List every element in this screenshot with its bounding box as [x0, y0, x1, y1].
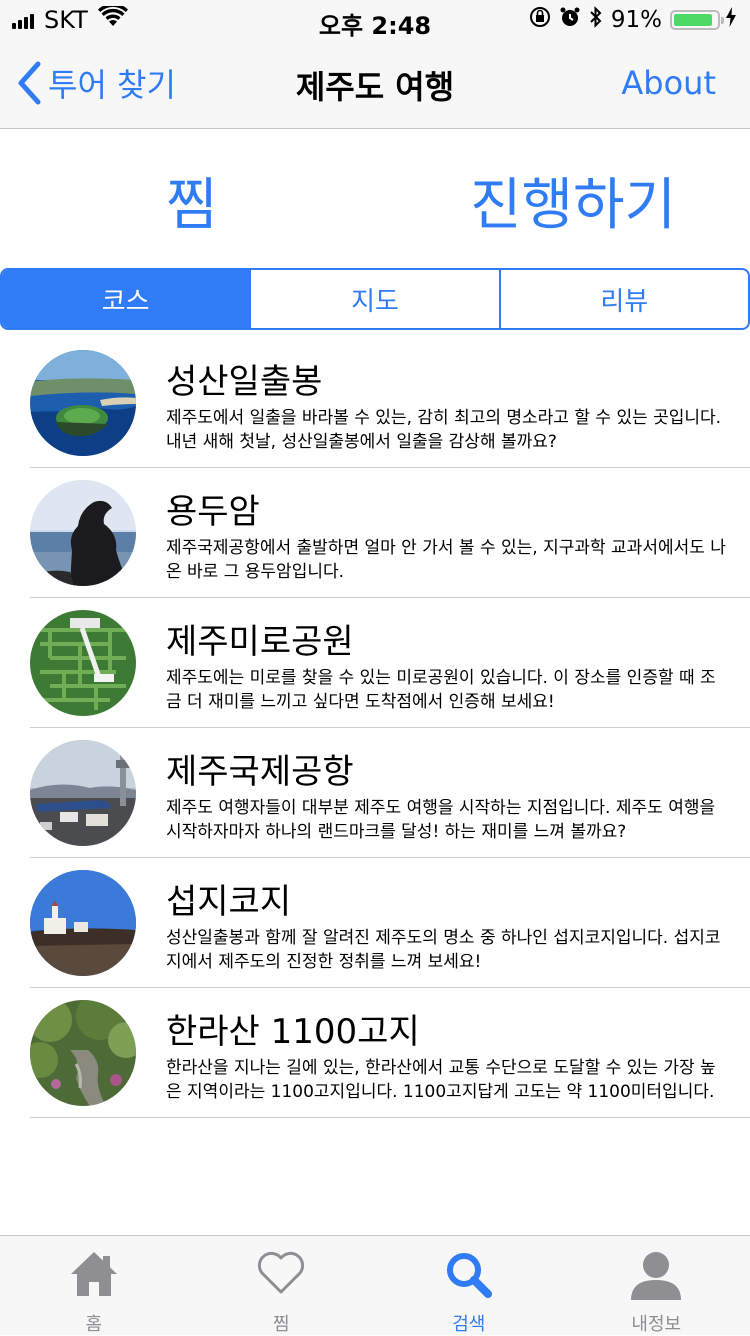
course-title: 한라산 1100고지 [166, 1004, 420, 1053]
back-button-label: 투어 찾기 [48, 60, 176, 106]
chevron-left-icon [16, 61, 42, 105]
status-right: 91% [521, 6, 736, 34]
course-title: 섭지코지 [166, 874, 291, 923]
course-description: 제주도에는 미로를 찾을 수 있는 미로공원이 있습니다. 이 장소를 인증할 … [166, 666, 726, 714]
course-description: 한라산을 지나는 길에 있는, 한라산에서 교통 수단으로 도달할 수 있는 가… [166, 1056, 726, 1104]
about-button[interactable]: About [621, 64, 716, 102]
battery-percent: 91% [611, 7, 662, 33]
course-title: 성산일출봉 [166, 354, 322, 403]
bluetooth-icon [589, 6, 603, 34]
tab-home[interactable]: 홈 [0, 1236, 188, 1335]
list-item[interactable]: 제주미로공원 제주도에는 미로를 찾을 수 있는 미로공원이 있습니다. 이 장… [0, 598, 750, 728]
tab-saved[interactable]: 찜 [188, 1236, 376, 1335]
list-item[interactable]: 한라산 1100고지 한라산을 지나는 길에 있는, 한라산에서 교통 수단으로… [0, 988, 750, 1118]
tab-home-label: 홈 [0, 1310, 188, 1336]
tab-search[interactable]: 검색 [375, 1236, 563, 1335]
segment-review[interactable]: 리뷰 [501, 270, 748, 328]
list-item[interactable]: 성산일출봉 제주도에서 일출을 바라볼 수 있는, 감히 최고의 명소라고 할 … [0, 338, 750, 468]
status-bar: SKT 오후 2:48 91% [0, 0, 750, 40]
profile-icon [629, 1250, 683, 1304]
course-title: 용두암 [166, 484, 260, 533]
segmented-control: 코스 지도 리뷰 [0, 268, 750, 330]
course-description: 성산일출봉과 함께 잘 알려진 제주도의 명소 중 하나인 섭지코지입니다. 섭… [166, 926, 726, 974]
tab-search-label: 검색 [375, 1310, 563, 1336]
course-list: 성산일출봉 제주도에서 일출을 바라볼 수 있는, 감히 최고의 명소라고 할 … [0, 338, 750, 1118]
hallasan-1100-thumbnail [30, 1000, 136, 1106]
start-tour-button[interactable]: 진행하기 [470, 160, 676, 241]
maze-park-thumbnail [30, 610, 136, 716]
list-item[interactable]: 섭지코지 성산일출봉과 함께 잘 알려진 제주도의 명소 중 하나인 섭지코지입… [0, 858, 750, 988]
navigation-bar: 투어 찾기 제주도 여행 About [0, 40, 750, 129]
list-item[interactable]: 용두암 제주국제공항에서 출발하면 얼마 안 가서 볼 수 있는, 지구과학 교… [0, 468, 750, 598]
battery-icon [670, 10, 720, 30]
save-button[interactable]: 찜 [166, 160, 218, 241]
segment-course[interactable]: 코스 [2, 270, 251, 328]
yongduam-thumbnail [30, 480, 136, 586]
seongsan-thumbnail [30, 350, 136, 456]
seopjikoji-thumbnail [30, 870, 136, 976]
tab-profile[interactable]: 내정보 [563, 1236, 750, 1335]
course-title: 제주국제공항 [166, 744, 354, 793]
heart-icon [256, 1250, 306, 1300]
airport-thumbnail [30, 740, 136, 846]
tab-bar: 홈 찜 검색 내정보 [0, 1235, 750, 1335]
course-description: 제주도에서 일출을 바라볼 수 있는, 감히 최고의 명소라고 할 수 있는 곳… [166, 406, 726, 454]
rotation-lock-icon [529, 6, 551, 34]
list-item[interactable]: 제주국제공항 제주도 여행자들이 대부분 제주도 여행을 시작하는 지점입니다.… [0, 728, 750, 858]
home-icon [69, 1250, 119, 1302]
course-title: 제주미로공원 [166, 614, 354, 663]
tab-profile-label: 내정보 [563, 1310, 750, 1336]
battery-level [674, 14, 712, 26]
alarm-icon [559, 6, 581, 34]
tab-saved-label: 찜 [188, 1310, 376, 1336]
segment-map[interactable]: 지도 [251, 270, 500, 328]
course-description: 제주국제공항에서 출발하면 얼마 안 가서 볼 수 있는, 지구과학 교과서에서… [166, 536, 726, 584]
search-icon [444, 1250, 494, 1304]
course-description: 제주도 여행자들이 대부분 제주도 여행을 시작하는 지점입니다. 제주도 여행… [166, 796, 726, 844]
back-button[interactable]: 투어 찾기 [16, 60, 176, 106]
charging-icon [726, 7, 736, 33]
